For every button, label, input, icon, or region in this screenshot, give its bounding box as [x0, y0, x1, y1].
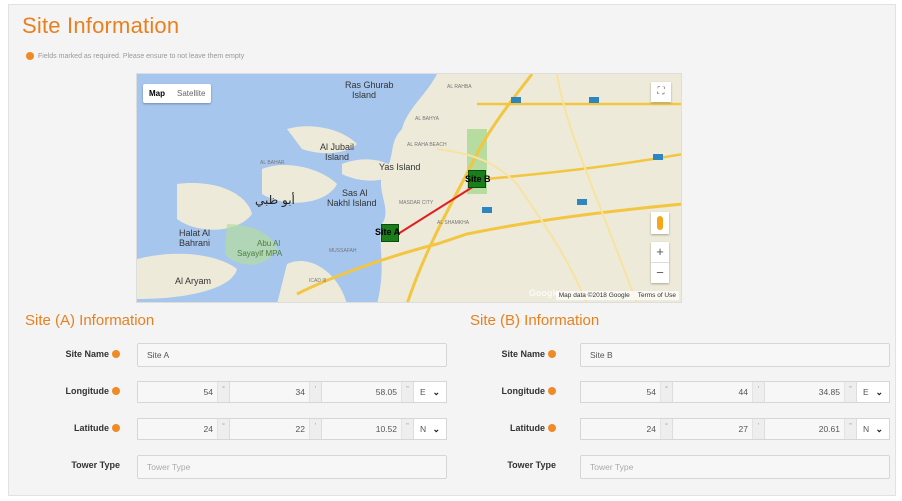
site-b-lon-direction-select[interactable]: E ⌄: [857, 382, 889, 402]
required-note-text: Fields marked as required. Please ensure…: [38, 52, 245, 60]
required-dot-icon: [26, 52, 34, 60]
svg-text:Sayayif MPA: Sayayif MPA: [237, 249, 283, 258]
chevron-down-icon: ⌄: [432, 423, 440, 434]
site-a-section-title: Site (A) Information: [25, 312, 155, 329]
site-a-lat-direction-select[interactable]: N ⌄: [414, 419, 446, 439]
zoom-out-button[interactable]: −: [651, 263, 669, 283]
chevron-down-icon: ⌄: [875, 386, 883, 397]
site-b-latitude-label: Latitude: [476, 423, 556, 433]
site-a-lat-minutes-input[interactable]: 22: [230, 419, 310, 439]
site-b-name-input[interactable]: Site B: [580, 343, 890, 367]
map-canvas: Ras Ghurab Island Al Jubail Island Yas I…: [137, 74, 681, 302]
page-title: Site Information: [22, 13, 180, 38]
site-a-latitude-label: Latitude: [40, 423, 120, 433]
svg-text:Bahrani: Bahrani: [179, 238, 210, 248]
site-a-tower-type-input[interactable]: Tower Type: [137, 455, 447, 479]
site-b-lon-seconds-input[interactable]: 34.85: [765, 382, 845, 402]
chevron-down-icon: ⌄: [432, 386, 440, 397]
svg-text:Al Aryam: Al Aryam: [175, 276, 211, 286]
svg-text:AL RAHA BEACH: AL RAHA BEACH: [407, 142, 447, 148]
site-b-lat-seconds-input[interactable]: 20.61: [765, 419, 845, 439]
site-b-name-label: Site Name: [476, 349, 556, 359]
site-b-map-label: Site B: [465, 174, 491, 184]
svg-text:Abu Al: Abu Al: [257, 239, 280, 248]
svg-text:MUSSAFAH: MUSSAFAH: [329, 248, 357, 254]
map-attribution: Map data ©2018 Google Terms of Use: [555, 291, 679, 300]
map-data-attribution: Map data ©2018 Google: [558, 292, 630, 299]
map-type-satellite-button[interactable]: Satellite: [171, 84, 211, 103]
map-type-control: Map Satellite: [143, 84, 212, 103]
terms-of-use-link[interactable]: Terms of Use: [638, 292, 676, 299]
site-b-lon-degrees-input[interactable]: 54: [581, 382, 661, 402]
site-b-tower-type-label: Tower Type: [507, 460, 556, 470]
site-a-tower-type-label: Tower Type: [71, 460, 120, 470]
site-a-lon-minutes-input[interactable]: 34: [230, 382, 310, 402]
required-dot-icon: [112, 424, 120, 432]
svg-text:ICAD III: ICAD III: [309, 278, 327, 284]
site-b-lat-degrees-input[interactable]: 24: [581, 419, 661, 439]
site-b-latitude-group: 24 ° 27 ' 20.61 " N ⌄: [580, 418, 890, 440]
svg-text:AL BAHYA: AL BAHYA: [415, 116, 440, 122]
required-dot-icon: [112, 350, 120, 358]
site-b-section-title: Site (B) Information: [470, 312, 600, 329]
site-a-latitude-group: 24 ° 22 ' 10.52 " N ⌄: [137, 418, 447, 440]
chevron-down-icon: ⌄: [875, 423, 883, 434]
map-label-ras-ghurab: Ras Ghurab: [345, 80, 394, 90]
svg-text:AL BAHAR: AL BAHAR: [260, 160, 285, 166]
site-a-name-label: Site Name: [40, 349, 120, 359]
svg-text:Island: Island: [352, 90, 376, 100]
fullscreen-icon[interactable]: ⛶: [651, 82, 671, 102]
zoom-in-button[interactable]: +: [651, 242, 669, 262]
site-a-longitude-group: 54 ° 34 ' 58.05 " E ⌄: [137, 381, 447, 403]
svg-text:أبو ظبي: أبو ظبي: [255, 192, 295, 208]
svg-text:Sas Al: Sas Al: [342, 188, 368, 198]
street-view-pegman-icon[interactable]: [651, 212, 669, 234]
required-dot-icon: [112, 387, 120, 395]
site-b-longitude-group: 54 ° 44 ' 34.85 " E ⌄: [580, 381, 890, 403]
site-b-lat-direction-select[interactable]: N ⌄: [857, 419, 889, 439]
site-a-longitude-label: Longitude: [40, 386, 120, 396]
svg-text:Island: Island: [325, 152, 349, 162]
site-a-map-label: Site A: [375, 227, 401, 237]
required-dot-icon: [548, 424, 556, 432]
site-a-lat-degrees-input[interactable]: 24: [138, 419, 218, 439]
map-label-al-jubail: Al Jubail: [320, 142, 354, 152]
svg-text:MASDAR CITY: MASDAR CITY: [399, 200, 434, 206]
site-b-longitude-label: Longitude: [476, 386, 556, 396]
map-type-map-button[interactable]: Map: [143, 84, 171, 103]
site-a-lat-seconds-input[interactable]: 10.52: [322, 419, 402, 439]
svg-text:Halat Al: Halat Al: [179, 228, 210, 238]
required-note: Fields marked as required. Please ensure…: [26, 52, 244, 60]
site-a-lon-seconds-input[interactable]: 58.05: [322, 382, 402, 402]
site-a-name-input[interactable]: Site A: [137, 343, 447, 367]
svg-text:AL RAHBA: AL RAHBA: [447, 84, 472, 90]
site-b-tower-type-input[interactable]: Tower Type: [580, 455, 890, 479]
required-dot-icon: [548, 350, 556, 358]
required-dot-icon: [548, 387, 556, 395]
svg-text:Nakhl Island: Nakhl Island: [327, 198, 377, 208]
map-label-yas-island: Yas Island: [379, 162, 420, 172]
map-view[interactable]: Ras Ghurab Island Al Jubail Island Yas I…: [136, 73, 682, 303]
svg-text:AL SHAMKHA: AL SHAMKHA: [437, 220, 470, 226]
site-b-lon-minutes-input[interactable]: 44: [673, 382, 753, 402]
site-a-lon-degrees-input[interactable]: 54: [138, 382, 218, 402]
zoom-control: + −: [651, 242, 669, 283]
site-b-lat-minutes-input[interactable]: 27: [673, 419, 753, 439]
site-a-lon-direction-select[interactable]: E ⌄: [414, 382, 446, 402]
